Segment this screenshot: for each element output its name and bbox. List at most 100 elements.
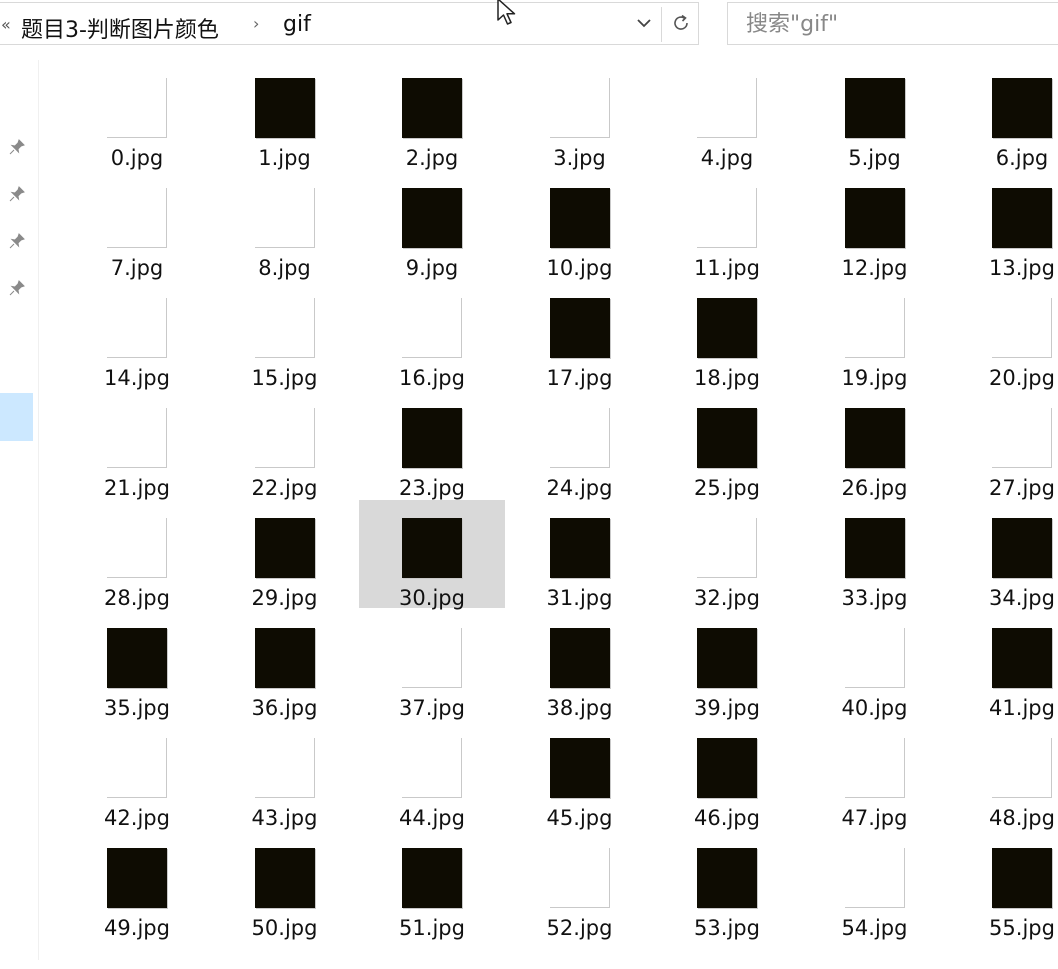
file-item[interactable]: 3.jpg [507,60,653,170]
file-thumbnail [549,848,610,908]
file-item[interactable]: 18.jpg [654,280,800,390]
search-input[interactable] [744,11,1048,38]
file-item[interactable]: 25.jpg [654,390,800,500]
file-item[interactable]: 29.jpg [212,500,358,610]
file-item[interactable]: 35.jpg [64,610,210,720]
pin-icon[interactable] [6,185,28,207]
file-item[interactable]: 2.jpg [359,60,505,170]
nav-item-selected[interactable] [0,393,33,441]
file-item[interactable]: 51.jpg [359,830,505,940]
file-item[interactable]: 24.jpg [507,390,653,500]
file-item[interactable]: 47.jpg [802,720,948,830]
file-thumbnail [992,518,1052,578]
file-item[interactable]: 26.jpg [802,390,948,500]
file-name-label: 30.jpg [399,586,465,610]
pin-icon[interactable] [6,279,28,301]
file-item[interactable]: 38.jpg [507,610,653,720]
file-item[interactable]: 46.jpg [654,720,800,830]
file-item[interactable]: 28.jpg [64,500,210,610]
file-name-label: 28.jpg [104,586,170,610]
file-item[interactable]: 15.jpg [212,280,358,390]
file-thumbnail [107,188,167,248]
breadcrumb-item-parent-folder[interactable]: 题目3-判断图片颜色 [21,12,219,44]
file-item[interactable]: 39.jpg [654,610,800,720]
file-item[interactable]: 54.jpg [802,830,948,940]
file-item[interactable]: 10.jpg [507,170,653,280]
file-name-label: 15.jpg [251,366,318,390]
breadcrumb-separator-icon[interactable]: › [253,14,259,33]
file-thumbnail [402,78,462,138]
file-item[interactable]: 37.jpg [359,610,505,720]
file-name-label: 12.jpg [841,256,908,280]
file-item[interactable]: 19.jpg [802,280,948,390]
file-item[interactable]: 27.jpg [949,390,1058,500]
file-item[interactable]: 32.jpg [654,500,800,610]
file-item[interactable]: 7.jpg [64,170,210,280]
file-item[interactable]: 40.jpg [802,610,948,720]
file-item[interactable]: 41.jpg [949,610,1058,720]
file-item[interactable]: 34.jpg [949,500,1058,610]
divider [661,7,662,42]
file-item[interactable]: 53.jpg [654,830,800,940]
file-item[interactable]: 42.jpg [64,720,210,830]
chevron-down-icon[interactable] [632,13,656,37]
file-item[interactable]: 20.jpg [949,280,1058,390]
file-name-label: 7.jpg [110,256,164,280]
file-thumbnail [844,408,905,468]
file-item[interactable]: 55.jpg [949,830,1058,940]
file-name-label: 47.jpg [841,806,908,830]
file-item[interactable]: 5.jpg [802,60,948,170]
file-item[interactable]: 48.jpg [949,720,1058,830]
file-item[interactable]: 4.jpg [654,60,800,170]
refresh-icon[interactable] [667,11,695,39]
file-name-label: 19.jpg [841,366,908,390]
file-item[interactable]: 6.jpg [949,60,1058,170]
file-item[interactable]: 36.jpg [212,610,358,720]
file-item[interactable]: 52.jpg [507,830,653,940]
file-thumbnail [107,298,167,358]
address-bar[interactable]: « 题目3-判断图片颜色 › gif [0,2,699,45]
file-name-label: 37.jpg [399,696,465,720]
file-name-label: 40.jpg [841,696,908,720]
file-name-label: 3.jpg [553,146,606,170]
file-name-label: 38.jpg [546,696,613,720]
file-thumbnail [254,848,315,908]
breadcrumb-item-current-folder[interactable]: gif [283,12,311,37]
file-item[interactable]: 49.jpg [64,830,210,940]
file-item[interactable]: 31.jpg [507,500,653,610]
file-item[interactable]: 21.jpg [64,390,210,500]
file-item[interactable]: 33.jpg [802,500,948,610]
file-thumbnail [107,408,167,468]
file-item[interactable]: 9.jpg [359,170,505,280]
file-item[interactable]: 0.jpg [64,60,210,170]
file-item[interactable]: 16.jpg [359,280,505,390]
file-item[interactable]: 23.jpg [359,390,505,500]
file-item[interactable]: 50.jpg [212,830,358,940]
pin-icon[interactable] [6,138,28,160]
file-item[interactable]: 1.jpg [212,60,358,170]
file-item[interactable]: 17.jpg [507,280,653,390]
file-thumbnail [402,188,462,248]
file-name-label: 4.jpg [700,146,754,170]
file-name-label: 32.jpg [694,586,760,610]
file-thumbnail [549,738,610,798]
file-item[interactable]: 13.jpg [949,170,1058,280]
file-item[interactable]: 44.jpg [359,720,505,830]
file-item[interactable]: 11.jpg [654,170,800,280]
file-item[interactable]: 30.jpg [359,500,505,610]
file-thumbnail [697,848,757,908]
mouse-cursor-icon [496,0,526,30]
breadcrumb-overflow-icon[interactable]: « [1,15,11,34]
file-item[interactable]: 45.jpg [507,720,653,830]
file-thumbnail [254,408,315,468]
file-name-label: 55.jpg [989,916,1055,940]
file-thumbnail [549,298,610,358]
pin-icon[interactable] [6,232,28,254]
file-item[interactable]: 43.jpg [212,720,358,830]
search-box[interactable] [727,2,1058,45]
file-item[interactable]: 12.jpg [802,170,948,280]
file-name-label: 0.jpg [110,146,164,170]
file-item[interactable]: 14.jpg [64,280,210,390]
file-item[interactable]: 22.jpg [212,390,358,500]
file-item[interactable]: 8.jpg [212,170,358,280]
